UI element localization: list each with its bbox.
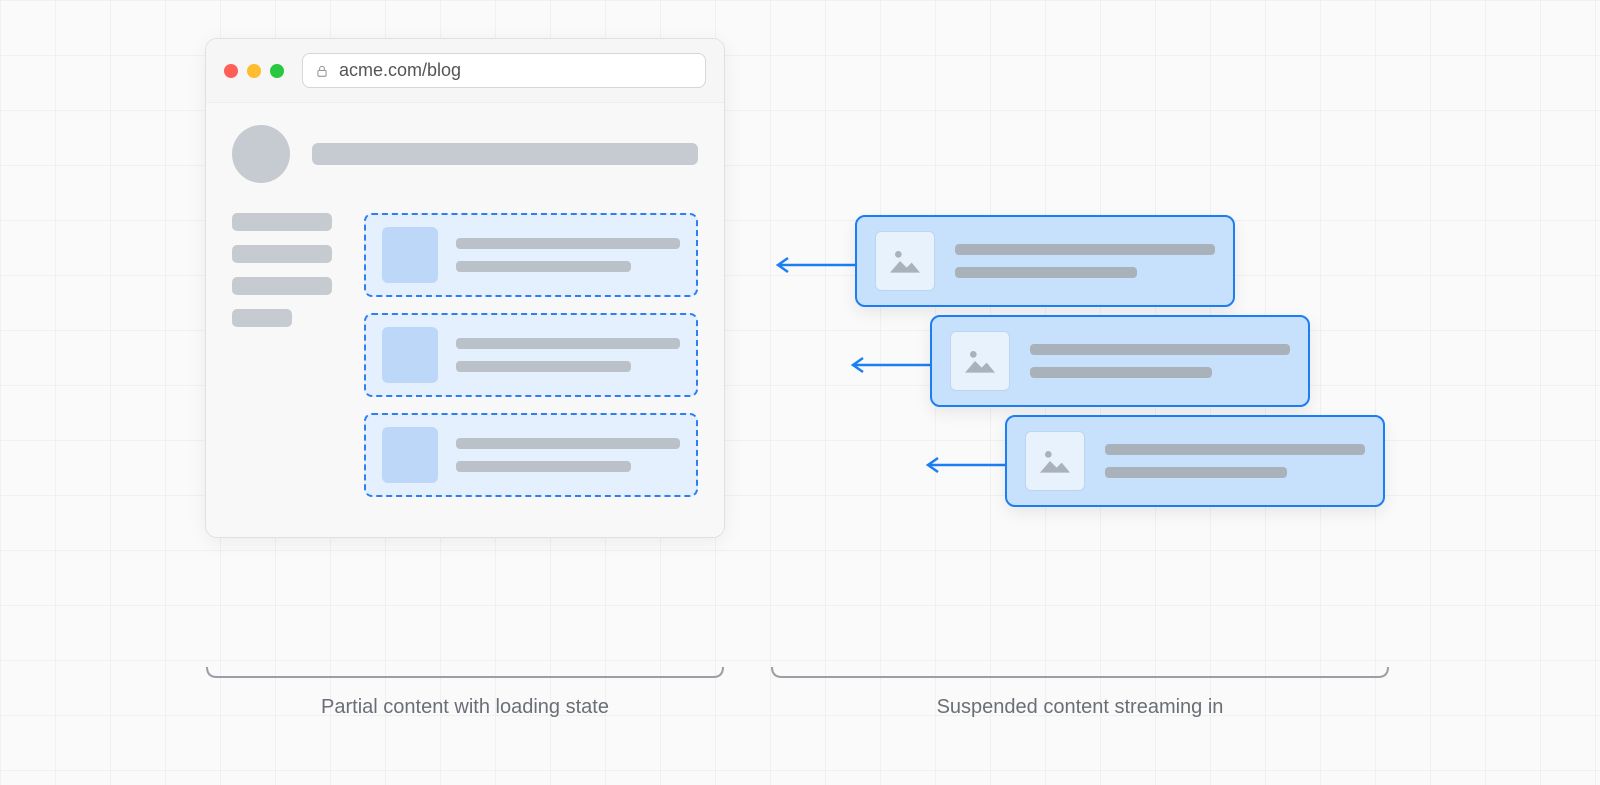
caption-right: Suspended content streaming in — [770, 696, 1390, 719]
url-text: acme.com/blog — [339, 60, 461, 81]
browser-chrome: acme.com/blog — [206, 39, 724, 103]
streaming-card — [1005, 415, 1385, 507]
line-skeleton — [955, 244, 1215, 255]
sidebar-bar — [232, 213, 332, 231]
line-skeleton — [456, 361, 631, 372]
skeleton-content — [232, 213, 698, 497]
line-skeleton — [1030, 367, 1212, 378]
avatar-skeleton-icon — [232, 125, 290, 183]
traffic-light-close-icon — [224, 64, 238, 78]
skeleton-header — [232, 125, 698, 183]
streaming-cards-stage — [855, 215, 1475, 535]
page-skeleton — [206, 103, 724, 538]
sidebar-bar — [232, 309, 292, 327]
traffic-lights — [224, 64, 284, 78]
image-icon — [950, 331, 1010, 391]
line-skeleton — [456, 438, 680, 449]
line-skeleton — [456, 338, 680, 349]
line-skeleton — [456, 238, 680, 249]
bracket-icon — [770, 665, 1390, 685]
thumb-skeleton-icon — [382, 327, 438, 383]
line-skeleton — [1030, 344, 1290, 355]
title-skeleton — [312, 143, 698, 165]
traffic-light-minimize-icon — [247, 64, 261, 78]
url-bar: acme.com/blog — [302, 53, 706, 88]
bracket-icon — [205, 665, 725, 685]
image-icon — [1025, 431, 1085, 491]
sidebar-bar — [232, 277, 332, 295]
thumb-skeleton-icon — [382, 227, 438, 283]
line-skeleton — [1105, 444, 1365, 455]
arrow-left-icon — [770, 255, 860, 275]
loading-placeholder-card — [364, 413, 698, 497]
sidebar-skeleton — [232, 213, 332, 497]
browser-mock: acme.com/blog — [205, 38, 725, 538]
streaming-card — [855, 215, 1235, 307]
traffic-light-zoom-icon — [270, 64, 284, 78]
image-icon — [875, 231, 935, 291]
loading-placeholder-card — [364, 213, 698, 297]
arrow-left-icon — [845, 355, 935, 375]
lock-icon — [315, 64, 329, 78]
streaming-card — [930, 315, 1310, 407]
loading-placeholder-card — [364, 313, 698, 397]
line-skeleton — [456, 261, 631, 272]
line-skeleton — [456, 461, 631, 472]
line-skeleton — [955, 267, 1137, 278]
card-placeholders — [364, 213, 698, 497]
thumb-skeleton-icon — [382, 427, 438, 483]
caption-left: Partial content with loading state — [205, 696, 725, 719]
sidebar-bar — [232, 245, 332, 263]
line-skeleton — [1105, 467, 1287, 478]
arrow-left-icon — [920, 455, 1010, 475]
